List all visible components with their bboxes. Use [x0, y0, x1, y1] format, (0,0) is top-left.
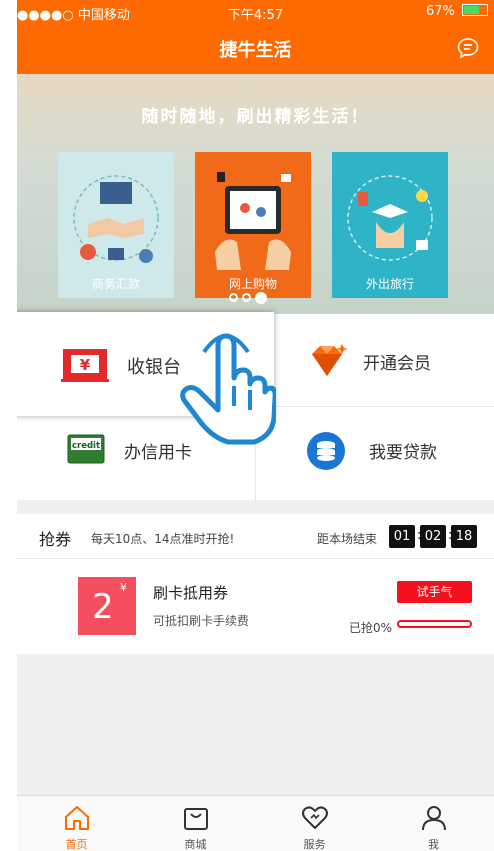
tab-service[interactable]: 服务 [255, 796, 374, 851]
heart-icon [302, 806, 328, 829]
carousel-dot[interactable] [255, 292, 267, 304]
cashier-button[interactable]: ¥ 收银台 [17, 312, 276, 445]
carousel-dot[interactable] [242, 293, 251, 302]
banner-carousel[interactable]: 随时随地，刷出精彩生活！ 商务汇款 网上购物 外出旅行 [17, 74, 494, 314]
countdown-seconds: 18 [451, 525, 477, 548]
banner-card-business[interactable]: 商务汇款 [58, 152, 174, 298]
coupon-progress-bar [397, 620, 472, 628]
loan-button[interactable]: 我要贷款 [256, 407, 494, 499]
diamond-icon [312, 344, 348, 376]
coupon-section-title: 抢券 [39, 530, 72, 549]
countdown-hours: 01 [389, 525, 415, 548]
coupon-schedule: 每天10点、14点准时开抢! [91, 532, 235, 546]
nav-bar: 捷牛生活 [17, 24, 494, 74]
cashier-icon: ¥ [61, 349, 109, 382]
page-title: 捷牛生活 [219, 40, 292, 61]
open-member-button[interactable]: 开通会员 [256, 314, 494, 406]
banner-card-label: 商务汇款 [91, 277, 140, 291]
status-bar: ●●●●○ 中国移动 下午4:57 67% [17, 0, 494, 24]
banner-card-travel[interactable]: 外出旅行 [332, 152, 448, 298]
coupon-currency: ¥ [120, 581, 127, 594]
credit-card-icon: credit [67, 434, 105, 464]
tab-bar: 首页 商城 服务 我 [17, 795, 494, 851]
coupon-value: 2 [92, 587, 114, 627]
battery-icon [462, 4, 488, 16]
coupon-value-badge: 2 ¥ [78, 577, 136, 635]
tab-mall[interactable]: 商城 [136, 796, 255, 851]
chat-bubble-icon[interactable] [456, 36, 480, 60]
try-luck-button[interactable]: 试手气 [397, 581, 472, 603]
coupon-name: 刷卡抵用券 [153, 584, 229, 602]
open-member-label: 开通会员 [363, 354, 431, 374]
credit-card-label: 办信用卡 [124, 443, 192, 463]
person-icon [422, 806, 446, 831]
countdown-label: 距本场结束 [317, 532, 378, 546]
tab-label: 我 [428, 838, 439, 851]
clock: 下午4:57 [227, 8, 284, 23]
home-icon [65, 806, 89, 830]
countdown-minutes: 02 [420, 525, 446, 548]
tab-home[interactable]: 首页 [17, 796, 136, 851]
banner-card-label: 外出旅行 [365, 277, 414, 291]
battery-status: 67% [426, 4, 488, 19]
tab-label: 商城 [184, 838, 207, 851]
svg-text:¥: ¥ [80, 356, 91, 374]
shopping-bag-icon [184, 808, 208, 830]
banner-tagline: 随时随地，刷出精彩生活！ [141, 107, 370, 127]
coupon-progress-label: 已抢0% [349, 621, 393, 635]
app-screen: ●●●●○ 中国移动 下午4:57 67% 捷牛生活 随时随地，刷出精彩生活！ [17, 0, 494, 851]
cashier-label: 收银台 [127, 357, 181, 378]
credit-card-button[interactable]: credit 办信用卡 [17, 407, 255, 499]
tab-me[interactable]: 我 [374, 796, 493, 851]
loan-label: 我要贷款 [369, 443, 437, 463]
carousel-dot[interactable] [229, 293, 238, 302]
banner-card-shopping[interactable]: 网上购物 [195, 152, 311, 298]
tab-label: 服务 [303, 838, 326, 851]
coupon-section-header: 抢券 每天10点、14点准时开抢! 距本场结束 01 : 02 : 18 [17, 514, 494, 559]
coupon-description: 可抵扣刷卡手续费 [153, 614, 250, 628]
quick-actions: ¥ 收银台 开通会员 credit 办信用卡 我要贷款 [17, 312, 494, 500]
coins-icon [307, 432, 345, 470]
carousel-dots [227, 287, 269, 306]
battery-percent: 67% [425, 4, 455, 19]
credit-icon-text: credit [72, 441, 100, 451]
coupon-item[interactable]: 2 ¥ 刷卡抵用券 可抵扣刷卡手续费 试手气 已抢0% [17, 559, 494, 654]
tab-label: 首页 [65, 838, 88, 851]
cashier-highlight: ¥ 收银台 [17, 312, 276, 445]
